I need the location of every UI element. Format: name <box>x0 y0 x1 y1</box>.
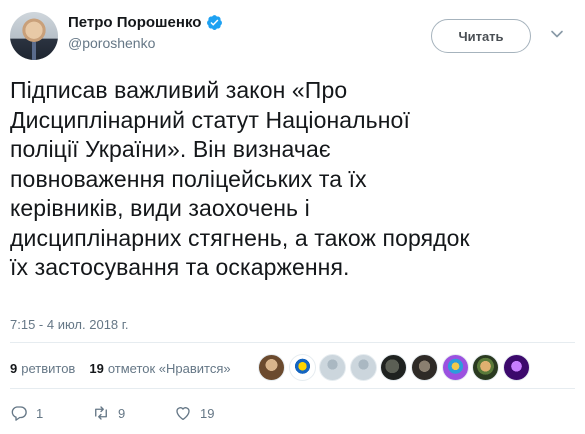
liker-avatars <box>258 354 533 381</box>
like-count: 19 <box>200 405 215 421</box>
divider <box>10 388 575 389</box>
retweet-count: 9 <box>118 405 126 421</box>
liker-avatar[interactable] <box>502 354 530 381</box>
reply-button[interactable]: 1 <box>10 404 92 422</box>
reply-icon <box>11 406 27 421</box>
liker-avatar[interactable] <box>472 354 500 381</box>
liker-avatar[interactable] <box>441 354 469 381</box>
display-name[interactable]: Петро Порошенко <box>68 14 201 31</box>
like-button[interactable]: 19 <box>174 404 256 422</box>
user-handle[interactable]: @poroshenko <box>68 35 155 51</box>
retweet-icon <box>95 406 107 420</box>
liker-avatar[interactable] <box>288 354 316 381</box>
divider <box>10 342 575 343</box>
tweet-text: Підписав важливий закон «Про Дисциплінар… <box>10 77 470 280</box>
tweet-header: Петро Порошенко @poroshenko Читать <box>0 0 585 70</box>
follow-button[interactable]: Читать <box>431 19 531 53</box>
liker-avatar[interactable] <box>410 354 438 381</box>
name-row: Петро Порошенко <box>68 14 223 31</box>
retweet-button[interactable]: 9 <box>92 404 174 422</box>
chevron-down-icon[interactable] <box>549 26 565 42</box>
retweets-stat[interactable]: 9 ретвитов <box>10 361 75 376</box>
likes-count: 19 <box>89 360 104 376</box>
retweets-label: ретвитов <box>21 360 76 376</box>
liker-avatar[interactable] <box>349 354 377 381</box>
verified-badge-icon <box>207 15 223 30</box>
avatar[interactable] <box>10 12 58 60</box>
likes-label: отметок «Нравится» <box>107 360 231 376</box>
liker-avatar[interactable] <box>380 354 408 381</box>
tweet-timestamp[interactable]: 7:15 - 4 июл. 2018 г. <box>10 317 129 332</box>
liker-avatar[interactable] <box>258 354 285 381</box>
retweets-count: 9 <box>10 360 18 376</box>
heart-icon <box>176 407 190 421</box>
likes-stat[interactable]: 19 отметок «Нравится» <box>89 361 230 376</box>
liker-avatar[interactable] <box>319 354 347 381</box>
tweet-actions: 1 9 19 <box>10 401 256 425</box>
tweet-stats: 9 ретвитов 19 отметок «Нравится» <box>10 353 245 383</box>
reply-count: 1 <box>36 405 44 421</box>
